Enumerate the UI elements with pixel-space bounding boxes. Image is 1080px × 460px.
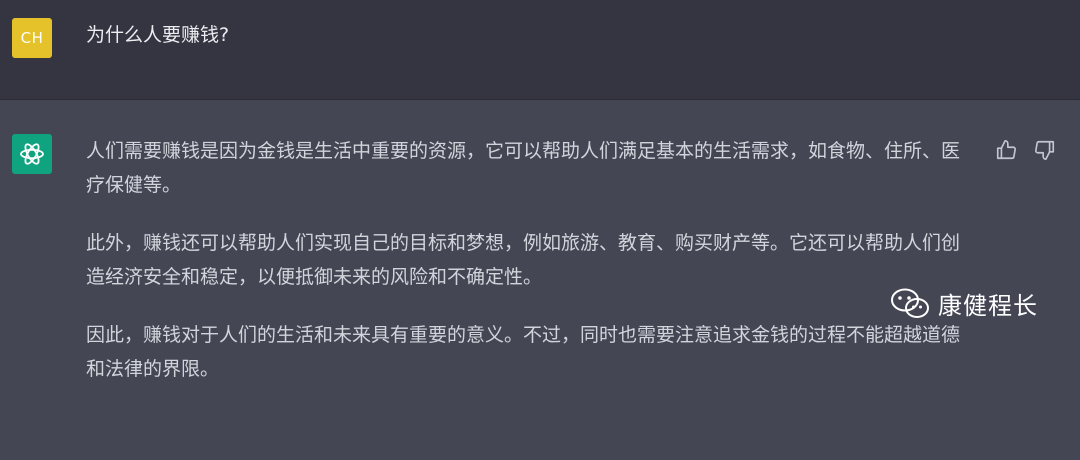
watermark: 康健程长: [890, 286, 1038, 321]
assistant-answer: 人们需要赚钱是因为金钱是生活中重要的资源，它可以帮助人们满足基本的生活需求，如食…: [86, 134, 971, 410]
user-avatar: CH: [12, 18, 52, 58]
user-message-row: CH 为什么人要赚钱?: [0, 0, 1080, 100]
thumbs-down-button[interactable]: [1033, 138, 1057, 162]
assistant-avatar: [12, 134, 52, 174]
openai-logo-icon: [20, 143, 44, 165]
watermark-text: 康健程长: [938, 292, 1038, 320]
thumbs-up-icon: [996, 140, 1016, 160]
user-avatar-initials: CH: [20, 29, 44, 47]
answer-paragraph-2: 此外，赚钱还可以帮助人们实现自己的目标和梦想，例如旅游、教育、购买财产等。它还可…: [86, 232, 961, 288]
answer-paragraph-3: 因此，赚钱对于人们的生活和未来具有重要的意义。不过，同时也需要注意追求金钱的过程…: [86, 324, 961, 380]
thumbs-up-button[interactable]: [994, 138, 1018, 162]
answer-paragraph-1: 人们需要赚钱是因为金钱是生活中重要的资源，它可以帮助人们满足基本的生活需求，如食…: [86, 140, 961, 196]
wechat-icon: [891, 288, 929, 318]
user-question-text: 为什么人要赚钱?: [86, 24, 230, 46]
assistant-message-row: 人们需要赚钱是因为金钱是生活中重要的资源，它可以帮助人们满足基本的生活需求，如食…: [0, 100, 1080, 460]
thumbs-down-icon: [1035, 140, 1055, 160]
